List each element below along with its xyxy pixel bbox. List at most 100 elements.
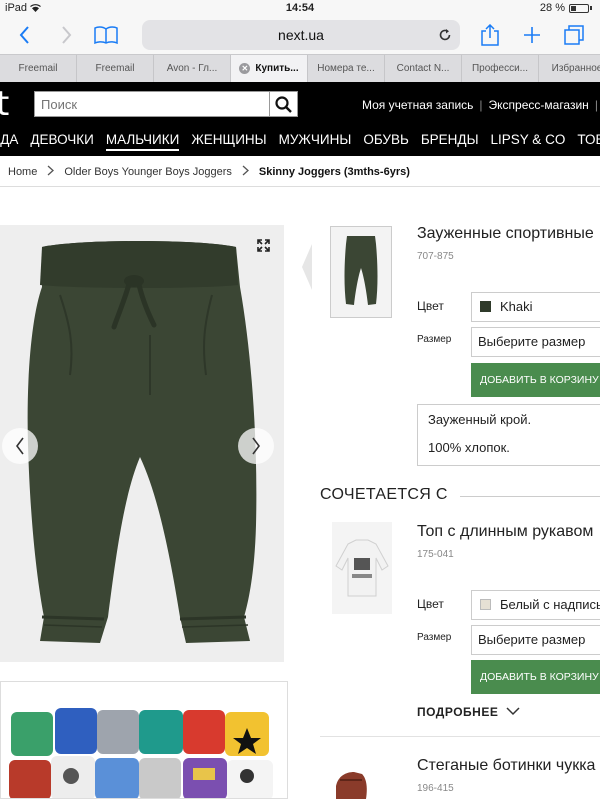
main-nav: ОДА ДЕВОЧКИ МАЛЬЧИКИ ЖЕНЩИНЫ МУЖЧИНЫ ОБУ… bbox=[0, 126, 600, 156]
boots-image bbox=[336, 772, 367, 799]
color-value: Khaki bbox=[500, 299, 533, 314]
more-details-label: ПОДРОБНЕЕ bbox=[417, 705, 499, 719]
related-product-image[interactable] bbox=[332, 522, 392, 614]
tab-label: Избранное bbox=[551, 63, 600, 74]
browser-tab[interactable]: Избранное bbox=[539, 55, 600, 82]
product-image[interactable] bbox=[0, 225, 284, 662]
chevron-left-icon bbox=[19, 26, 29, 44]
battery-icon bbox=[569, 3, 589, 13]
product-thumbnail[interactable] bbox=[330, 226, 392, 318]
forward-button[interactable] bbox=[56, 22, 76, 48]
nav-item-brands[interactable]: БРЕНДЫ bbox=[421, 126, 479, 156]
tab-label: Contact N... bbox=[396, 63, 450, 74]
tab-bar: Freemail Freemail Avon - Гл... ✕ Купить..… bbox=[0, 54, 600, 82]
account-link[interactable]: Моя учетная запись bbox=[362, 98, 473, 112]
search-box bbox=[34, 91, 298, 117]
joggers-thumbnail-image bbox=[344, 236, 378, 305]
browser-tab[interactable]: Freemail bbox=[77, 55, 154, 82]
chevron-right-icon bbox=[242, 165, 249, 179]
browser-tab[interactable]: Професси... bbox=[462, 55, 539, 82]
browser-tab[interactable]: Contact N... bbox=[385, 55, 462, 82]
account-links: Моя учетная запись | Экспресс-магазин | bbox=[362, 98, 600, 112]
divider bbox=[460, 496, 600, 497]
size-value: Выберите размер bbox=[478, 334, 586, 349]
tab-label: Freemail bbox=[18, 63, 58, 74]
search-icon bbox=[275, 95, 292, 113]
bookmarks-button[interactable] bbox=[93, 22, 119, 48]
battery-percent: 28 % bbox=[539, 2, 565, 14]
chevron-left-icon bbox=[302, 244, 312, 290]
breadcrumb: Home Older Boys Younger Boys Joggers Ski… bbox=[8, 165, 410, 179]
nav-item-shoes[interactable]: ОБУВЬ bbox=[363, 126, 409, 156]
chevron-right-icon bbox=[61, 26, 71, 44]
breadcrumb-current: Skinny Joggers (3mths-6yrs) bbox=[258, 166, 410, 178]
nav-item-fashion[interactable]: ОДА bbox=[0, 126, 18, 156]
related-color-select[interactable]: Белый с надпись bbox=[471, 590, 600, 620]
tab-label: Avon - Гл... bbox=[166, 63, 218, 74]
browser-tab[interactable]: Avon - Гл... bbox=[154, 55, 231, 82]
related-product-image[interactable] bbox=[332, 756, 392, 799]
close-tab-icon[interactable]: ✕ bbox=[239, 63, 251, 74]
size-label: Размер bbox=[417, 334, 452, 345]
related-size-value: Выберите размер bbox=[478, 632, 586, 647]
share-button[interactable] bbox=[480, 22, 500, 48]
tab-label: Freemail bbox=[95, 63, 135, 74]
related-add-to-cart-button[interactable]: ДОБАВИТЬ В КОРЗИНУ bbox=[471, 660, 600, 694]
thumbnail-prev-button[interactable] bbox=[300, 242, 314, 302]
promo-banner[interactable] bbox=[0, 681, 288, 799]
browser-tab[interactable]: Номера те... bbox=[308, 55, 385, 82]
tab-label: Купить... bbox=[255, 63, 299, 74]
size-select[interactable]: Выберите размер bbox=[471, 327, 600, 357]
plus-icon bbox=[524, 27, 540, 43]
related-product-title[interactable]: Стеганые ботинки чукка bbox=[417, 757, 595, 775]
book-icon bbox=[94, 26, 118, 44]
search-button[interactable] bbox=[269, 92, 297, 116]
color-label: Цвет bbox=[417, 299, 444, 313]
divider bbox=[320, 736, 600, 737]
reload-icon[interactable] bbox=[438, 20, 452, 53]
address-bar[interactable]: next.ua bbox=[142, 20, 460, 50]
nav-item-men[interactable]: МУЖЧИНЫ bbox=[279, 126, 352, 156]
tab-label: Професси... bbox=[471, 63, 529, 74]
nav-item-women[interactable]: ЖЕНЩИНЫ bbox=[191, 126, 266, 156]
nav-item-girls[interactable]: ДЕВОЧКИ bbox=[30, 126, 93, 156]
related-product-code: 175-041 bbox=[417, 549, 454, 560]
product-code: 707-875 bbox=[417, 251, 454, 262]
nav-item-lipsy[interactable]: LIPSY & CO bbox=[491, 126, 566, 156]
related-size-select[interactable]: Выберите размер bbox=[471, 625, 600, 655]
divider: | bbox=[594, 98, 598, 112]
tab-label: Номера те... bbox=[317, 63, 375, 74]
expand-icon[interactable] bbox=[257, 239, 270, 255]
nav-item-home[interactable]: ТОВА bbox=[577, 126, 600, 156]
breadcrumb-home[interactable]: Home bbox=[8, 166, 37, 178]
back-button[interactable] bbox=[14, 22, 34, 48]
product-title: Зауженные спортивные bbox=[417, 225, 594, 242]
more-details-button[interactable]: ПОДРОБНЕЕ bbox=[417, 705, 520, 719]
breadcrumb-category[interactable]: Older Boys Younger Boys Joggers bbox=[64, 166, 232, 178]
related-product-code: 196-415 bbox=[417, 783, 454, 794]
browser-tab[interactable]: Freemail bbox=[0, 55, 77, 82]
add-to-cart-button[interactable]: ДОБАВИТЬ В КОРЗИНУ bbox=[471, 363, 600, 397]
site-logo[interactable]: t bbox=[0, 84, 9, 124]
description-line: Зауженный крой. bbox=[428, 412, 532, 427]
related-color-value: Белый с надпись bbox=[500, 597, 600, 612]
site-header: t Моя учетная запись | Экспресс-магазин | bbox=[0, 82, 600, 126]
kids-tops-image bbox=[9, 708, 273, 798]
tabs-button[interactable] bbox=[563, 22, 585, 48]
color-swatch bbox=[480, 301, 491, 312]
tshirt-image bbox=[335, 539, 389, 597]
divider bbox=[0, 186, 600, 187]
tabs-icon bbox=[564, 25, 584, 45]
color-select[interactable]: Khaki bbox=[471, 292, 600, 322]
battery-tip bbox=[590, 6, 592, 10]
status-bar: iPad 14:54 28 % bbox=[0, 0, 600, 16]
new-tab-button[interactable] bbox=[522, 22, 542, 48]
status-right: 28 % bbox=[540, 2, 592, 14]
image-prev-button[interactable] bbox=[2, 428, 38, 464]
nav-item-boys[interactable]: МАЛЬЧИКИ bbox=[105, 126, 180, 151]
express-shop-link[interactable]: Экспресс-магазин bbox=[489, 98, 589, 112]
image-next-button[interactable] bbox=[238, 428, 274, 464]
search-input[interactable] bbox=[35, 92, 267, 116]
browser-tab-active[interactable]: ✕ Купить... bbox=[231, 55, 308, 82]
related-product-title[interactable]: Топ с длинным рукавом bbox=[417, 523, 593, 541]
